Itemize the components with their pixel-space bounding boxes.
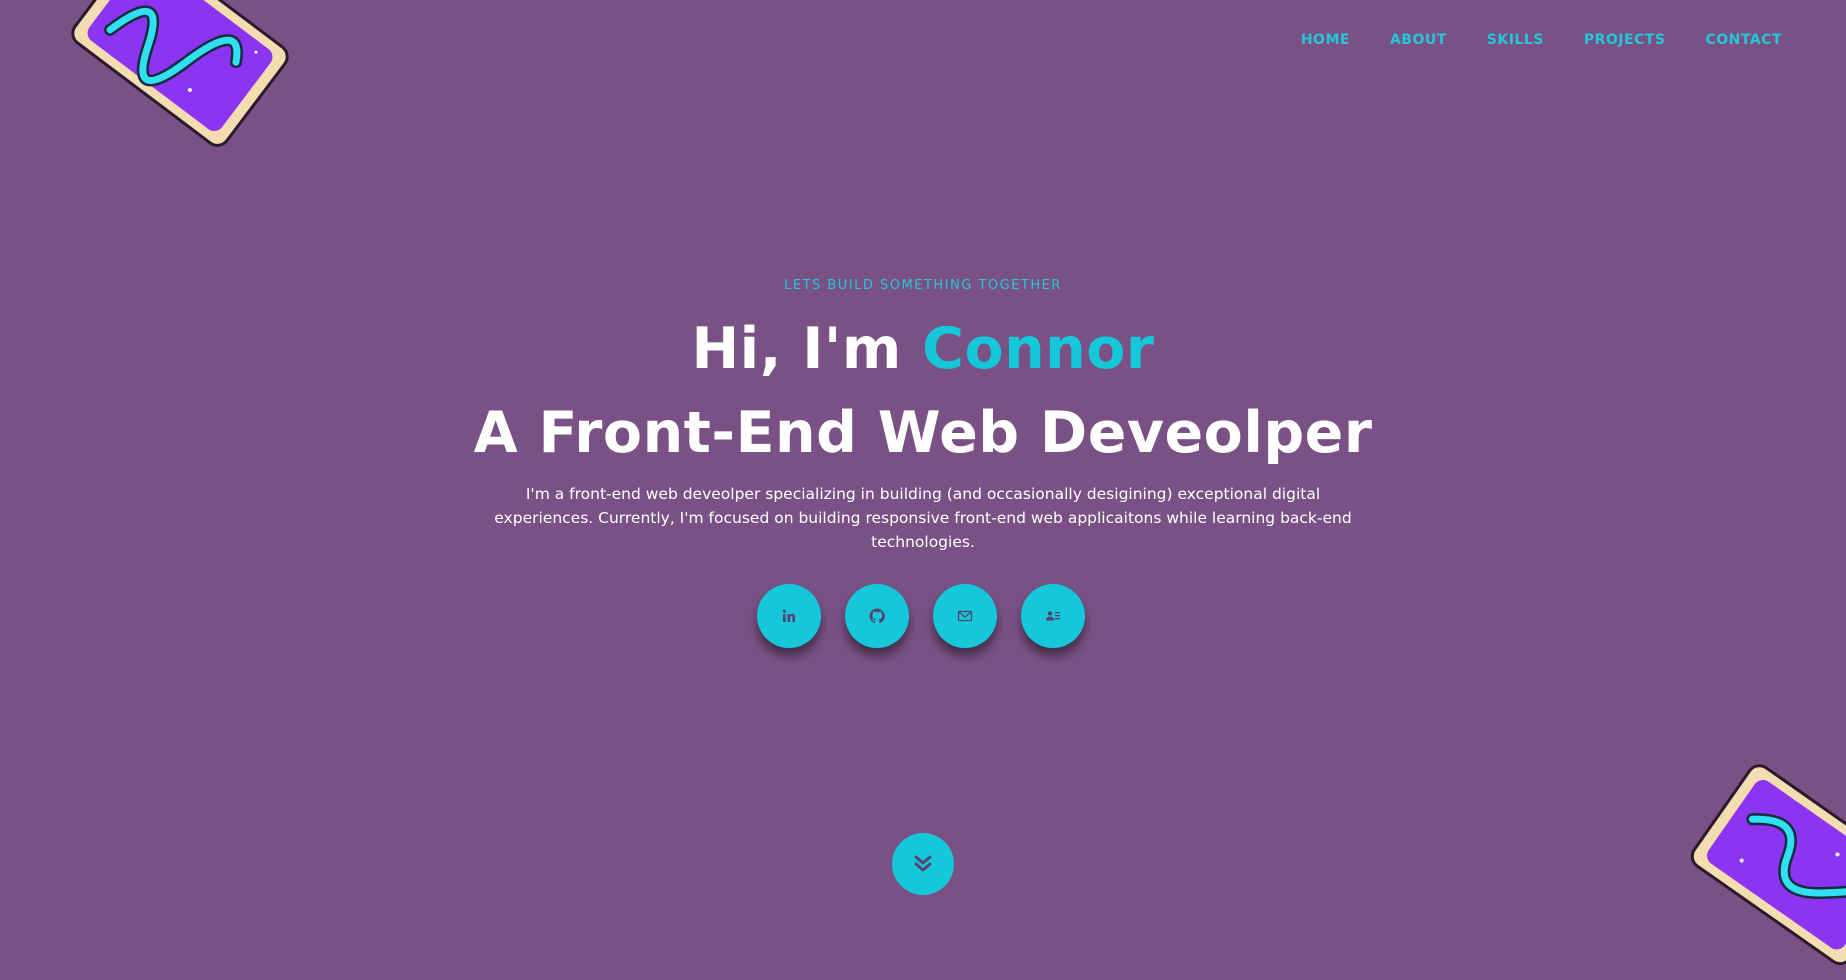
github-button[interactable] bbox=[845, 584, 909, 648]
hero-role: A Front-End Web Deveolper bbox=[473, 400, 1373, 466]
double-chevron-down-icon bbox=[914, 855, 932, 872]
contact-card-icon bbox=[1046, 611, 1060, 621]
nav-home[interactable]: HOME bbox=[1301, 32, 1350, 48]
contact-card-button[interactable] bbox=[1021, 584, 1085, 648]
pop-tart-illustration-bottom bbox=[1690, 764, 1846, 966]
linkedin-button[interactable] bbox=[757, 584, 821, 648]
email-icon bbox=[957, 610, 973, 622]
hero-eyebrow: LETS BUILD SOMETHING TOGETHER bbox=[784, 278, 1062, 293]
top-navigation: HOME ABOUT SKILLS PROJECTS CONTACT bbox=[1301, 32, 1782, 48]
hero-section: LETS BUILD SOMETHING TOGETHER Hi, I'm Co… bbox=[0, 276, 1846, 554]
hero-description: I'm a front-end web deveolper specializi… bbox=[494, 485, 1352, 551]
github-icon bbox=[869, 608, 885, 624]
nav-contact[interactable]: CONTACT bbox=[1705, 32, 1782, 48]
nav-skills[interactable]: SKILLS bbox=[1487, 32, 1544, 48]
email-button[interactable] bbox=[933, 584, 997, 648]
nav-projects[interactable]: PROJECTS bbox=[1584, 32, 1666, 48]
scroll-down-button[interactable] bbox=[892, 833, 954, 895]
pop-tart-illustration-top bbox=[71, 0, 289, 147]
social-links bbox=[757, 584, 1085, 648]
hero-headline: Hi, I'm Connor bbox=[0, 314, 1846, 384]
nav-about[interactable]: ABOUT bbox=[1390, 32, 1447, 48]
linkedin-icon bbox=[782, 609, 795, 622]
hero-greeting: Hi, I'm bbox=[691, 316, 923, 382]
hero-name: Connor bbox=[922, 316, 1155, 382]
